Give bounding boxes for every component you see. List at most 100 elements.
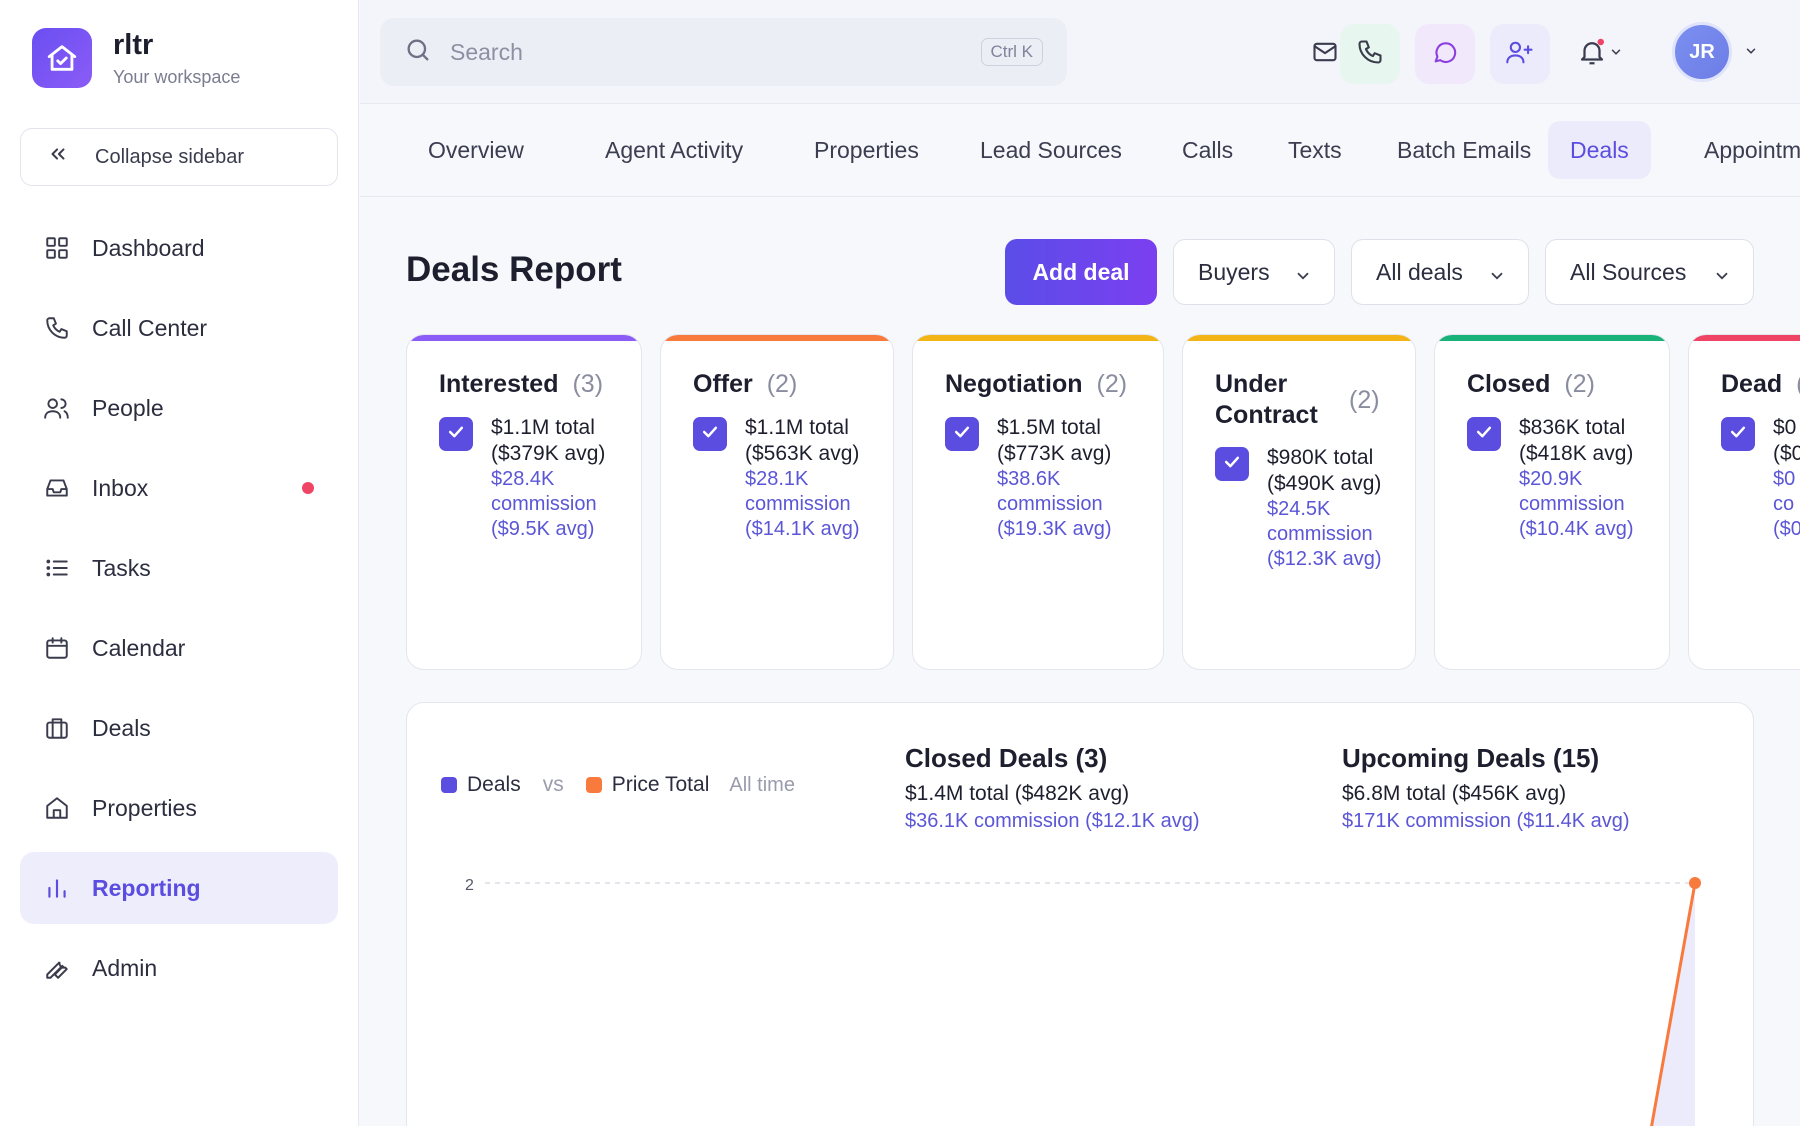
chevron-down-icon xyxy=(1294,264,1312,291)
tab-appointments[interactable]: Appointme xyxy=(1682,121,1800,179)
stage-total: $980K total ($490K avg) xyxy=(1267,446,1382,495)
users-icon xyxy=(42,393,72,423)
chevrons-left-icon xyxy=(47,143,69,171)
phone-icon xyxy=(1356,38,1384,71)
collapse-sidebar-button[interactable]: Collapse sidebar xyxy=(20,128,338,186)
avatar[interactable]: JR xyxy=(1672,22,1732,82)
filter-label: All Sources xyxy=(1570,258,1687,285)
brand[interactable]: rltr Your workspace xyxy=(32,28,240,88)
sidebar-item-reporting[interactable]: Reporting xyxy=(20,852,338,924)
notifications-button[interactable] xyxy=(1565,24,1635,84)
sidebar-item-admin[interactable]: Admin xyxy=(20,932,338,1004)
inbox-icon xyxy=(42,473,72,503)
tab-overview[interactable]: Overview xyxy=(406,121,546,179)
stage-color-bar xyxy=(661,335,893,341)
stage-card-negotiation[interactable]: Negotiation (2) $1.5M total ($773K avg) $3… xyxy=(912,334,1164,670)
deals-chart-panel: Deals vs Price Total All time Closed Dea… xyxy=(406,702,1754,1126)
sidebar-item-label: Properties xyxy=(92,794,197,821)
unread-dot xyxy=(302,482,314,494)
stage-total: $836K total ($418K avg) xyxy=(1519,416,1634,465)
list-icon xyxy=(42,553,72,583)
search-placeholder: Search xyxy=(450,38,523,65)
stage-card-dead[interactable]: Dead ( $0 ($0 $0 co ($0 xyxy=(1688,334,1800,670)
check-icon xyxy=(446,422,466,447)
check-icon xyxy=(700,422,720,447)
stage-commission: $28.1K commission ($14.1K avg) xyxy=(745,468,860,540)
stage-color-bar xyxy=(1689,335,1800,341)
tab-agent-activity[interactable]: Agent Activity xyxy=(583,121,765,179)
stage-card-closed[interactable]: Closed (2) $836K total ($418K avg) $20.9K … xyxy=(1434,334,1670,670)
stage-checkbox[interactable] xyxy=(1215,447,1249,481)
y-tick-label: 2 xyxy=(465,877,474,894)
chat-bubble-icon xyxy=(1431,38,1459,71)
sidebar: rltr Your workspace Collapse sidebar Das… xyxy=(0,0,359,1126)
sidebar-item-label: Call Center xyxy=(92,314,208,341)
stage-card-under-contract[interactable]: Under Contract (2) $980K total ($490K avg… xyxy=(1182,334,1416,670)
tab-calls[interactable]: Calls xyxy=(1160,121,1255,179)
sidebar-item-people[interactable]: People xyxy=(20,372,338,444)
calendar-icon xyxy=(42,633,72,663)
collapse-sidebar-label: Collapse sidebar xyxy=(95,145,244,168)
chevron-down-icon[interactable] xyxy=(1744,44,1758,63)
stage-card-offer[interactable]: Offer (2) $1.1M total ($563K avg) $28.1K c… xyxy=(660,334,894,670)
stage-name: Under Contract xyxy=(1215,370,1318,429)
stage-commission: $0 co ($0 xyxy=(1773,468,1800,540)
chevron-down-icon xyxy=(1713,264,1731,291)
check-icon xyxy=(952,422,972,447)
stage-card-interested[interactable]: Interested (3) $1.1M total ($379K avg) $28… xyxy=(406,334,642,670)
grid-icon xyxy=(42,233,72,263)
tab-lead-sources[interactable]: Lead Sources xyxy=(958,121,1144,179)
stage-checkbox[interactable] xyxy=(945,417,979,451)
sidebar-item-properties[interactable]: Properties xyxy=(20,772,338,844)
stage-count: (2) xyxy=(1349,385,1380,414)
sidebar-item-label: Deals xyxy=(92,714,151,741)
filter-label: All deals xyxy=(1376,258,1463,285)
sidebar-item-label: Reporting xyxy=(92,874,201,901)
sidebar-item-dashboard[interactable]: Dashboard xyxy=(20,212,338,284)
chevron-down-icon xyxy=(1488,264,1506,291)
search-input[interactable]: Search Ctrl K xyxy=(380,18,1067,86)
sources-filter[interactable]: All Sources xyxy=(1545,239,1754,305)
deals-line-chart: 2 xyxy=(465,877,1701,1126)
deal-status-filter[interactable]: All deals xyxy=(1351,239,1529,305)
sidebar-item-calendar[interactable]: Calendar xyxy=(20,612,338,684)
tab-texts[interactable]: Texts xyxy=(1266,121,1364,179)
add-contact-button[interactable] xyxy=(1490,24,1550,84)
stage-count: (2) xyxy=(1564,370,1595,398)
price-data-point[interactable] xyxy=(1689,877,1701,889)
sidebar-item-label: Inbox xyxy=(92,474,149,501)
stage-commission: $20.9K commission ($10.4K avg) xyxy=(1519,468,1634,540)
add-deal-button[interactable]: Add deal xyxy=(1005,239,1157,305)
stage-count: ( xyxy=(1796,370,1800,399)
sidebar-item-label: Tasks xyxy=(92,554,151,581)
tab-deals[interactable]: Deals xyxy=(1548,121,1651,179)
stage-checkbox[interactable] xyxy=(1721,417,1755,451)
sidebar-item-deals[interactable]: Deals xyxy=(20,692,338,764)
stage-color-bar xyxy=(1183,335,1415,341)
stage-name: Dead xyxy=(1721,370,1783,398)
sidebar-item-call-center[interactable]: Call Center xyxy=(20,292,338,364)
sidebar-item-tasks[interactable]: Tasks xyxy=(20,532,338,604)
phone-icon xyxy=(42,313,72,343)
call-button[interactable] xyxy=(1340,24,1400,84)
stage-total: $0 ($0 xyxy=(1773,416,1800,465)
stage-checkbox[interactable] xyxy=(693,417,727,451)
brand-name: rltr xyxy=(113,28,154,61)
chevron-down-icon xyxy=(1609,45,1623,64)
stage-name: Closed xyxy=(1467,370,1551,398)
filter-label: Buyers xyxy=(1198,258,1270,285)
stage-checkbox[interactable] xyxy=(439,417,473,451)
chat-button[interactable] xyxy=(1415,24,1475,84)
page-title: Deals Report xyxy=(406,250,622,289)
stage-total: $1.1M total ($379K avg) xyxy=(491,416,606,465)
stage-color-bar xyxy=(1435,335,1669,341)
tab-properties[interactable]: Properties xyxy=(792,121,941,179)
tab-batch-emails[interactable]: Batch Emails xyxy=(1375,121,1553,179)
stage-checkbox[interactable] xyxy=(1467,417,1501,451)
sidebar-nav: Dashboard Call Center People Inbox Tasks… xyxy=(20,212,338,1012)
user-plus-icon xyxy=(1505,38,1535,71)
check-icon xyxy=(1222,452,1242,477)
check-icon xyxy=(1728,422,1748,447)
buyers-filter[interactable]: Buyers xyxy=(1173,239,1335,305)
sidebar-item-inbox[interactable]: Inbox xyxy=(20,452,338,524)
